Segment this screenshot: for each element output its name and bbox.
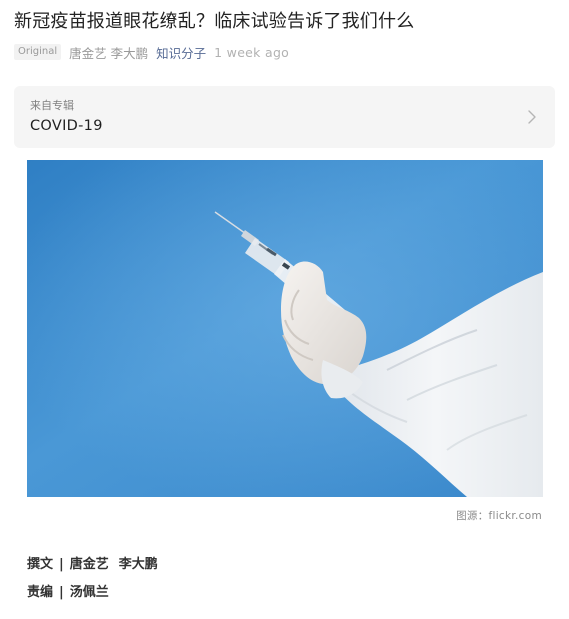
editor-label: 责编: [27, 585, 54, 600]
original-tag: Original: [14, 44, 62, 60]
album-label: 来自专辑: [30, 99, 74, 112]
article-authors: 唐金艺 李大鹏: [69, 45, 149, 61]
writers-label: 撰文: [27, 557, 54, 572]
account-name-link[interactable]: 知识分子: [156, 43, 206, 62]
article-title: 新冠疫苗报道眼花缭乱？临床试验告诉了我们什么: [14, 11, 415, 32]
image-credit: 图源：flickr.com: [456, 510, 542, 522]
publish-time: 1 week ago: [214, 44, 290, 60]
article-meta: Original 唐金艺 李大鹏 知识分子 1 week ago: [14, 42, 289, 62]
album-name: COVID-19: [30, 118, 103, 134]
byline-separator: |: [59, 557, 64, 572]
writer-name: 李大鹏: [118, 557, 158, 572]
editor-name: 汤佩兰: [69, 585, 109, 600]
article-photo: [27, 160, 543, 497]
chevron-right-icon: [528, 110, 536, 124]
album-card[interactable]: 来自专辑 COVID-19: [14, 86, 555, 148]
byline-writers: 撰文 | 唐金艺 李大鹏: [27, 553, 158, 572]
byline-editor: 责编 | 汤佩兰: [27, 581, 109, 600]
byline-separator: |: [59, 585, 64, 600]
writer-name: 唐金艺: [69, 557, 109, 572]
